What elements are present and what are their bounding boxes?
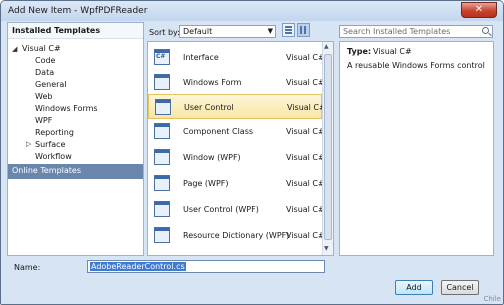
window-title: Add New Item - WpfPDFReader [8, 6, 148, 16]
windows-form-icon [154, 74, 170, 90]
name-label: Name: [14, 263, 41, 272]
type-label: Type: [347, 47, 372, 56]
template-description: A reusable Windows Forms control [347, 61, 485, 70]
user-control-icon [155, 99, 171, 115]
template-name: Page (WPF) [183, 179, 229, 188]
template-language: Visual C# [286, 127, 325, 136]
template-row-user-control[interactable]: User Control Visual C# [148, 94, 326, 119]
search-icon[interactable] [482, 27, 489, 34]
search-placeholder: Search Installed Templates [343, 27, 451, 36]
template-name: Interface [183, 53, 219, 62]
resource-dictionary-icon [154, 227, 170, 243]
tree-item-code[interactable]: Code [35, 56, 55, 65]
template-name: Resource Dictionary (WPF) [183, 231, 290, 240]
sort-by-value: Default [183, 27, 213, 36]
expand-arrow-icon[interactable]: ◢ [12, 45, 17, 53]
template-name: Component Class [183, 127, 254, 136]
wpf-user-control-icon [154, 201, 170, 217]
scroll-up-icon[interactable]: ▲ [324, 43, 329, 50]
tree-item-data[interactable]: Data [35, 68, 54, 77]
template-row-resource-dictionary-wpf[interactable]: Resource Dictionary (WPF) Visual C# [148, 223, 325, 248]
template-name: Window (WPF) [183, 153, 241, 162]
online-templates-item[interactable]: Online Templates [8, 164, 143, 179]
template-row-page-wpf[interactable]: Page (WPF) Visual C# [148, 171, 325, 196]
tree-item-visual-csharp[interactable]: Visual C# [22, 44, 61, 53]
component-class-icon [154, 123, 170, 139]
template-row-interface[interactable]: C# Interface Visual C# [148, 45, 325, 70]
wpf-window-icon [154, 149, 170, 165]
type-value: Visual C# [373, 47, 412, 56]
template-name: User Control [184, 103, 234, 112]
template-row-user-control-wpf[interactable]: User Control (WPF) Visual C# [148, 197, 325, 222]
close-button[interactable]: ✕ [461, 2, 497, 18]
collapse-arrow-icon[interactable]: ▷ [26, 140, 31, 148]
watermark-text: Chile [483, 295, 501, 303]
add-new-item-dialog: Add New Item - WpfPDFReader ✕ Installed … [0, 0, 504, 305]
template-language: Visual C# [286, 53, 325, 62]
list-view-button[interactable] [297, 23, 310, 37]
template-list-scrollbar[interactable]: ▲ ▼ [322, 42, 333, 255]
tree-item-workflow[interactable]: Workflow [35, 152, 72, 161]
template-language: Visual C# [287, 103, 326, 112]
add-button[interactable]: Add [395, 280, 433, 295]
tree-item-windows-forms[interactable]: Windows Forms [35, 104, 98, 113]
medium-icons-view-button[interactable] [282, 23, 295, 37]
template-name: User Control (WPF) [183, 205, 259, 214]
template-language: Visual C# [286, 78, 325, 87]
dropdown-arrow-icon: ▼ [267, 27, 273, 35]
scroll-down-icon[interactable]: ▼ [324, 245, 329, 252]
cancel-button[interactable]: Cancel [441, 280, 479, 295]
template-list: C# Interface Visual C# Windows Form Visu… [147, 41, 334, 256]
tree-item-web[interactable]: Web [35, 92, 52, 101]
template-row-window-wpf[interactable]: Window (WPF) Visual C# [148, 145, 325, 170]
template-language: Visual C# [286, 205, 325, 214]
template-language: Visual C# [286, 153, 325, 162]
template-categories-pane: Installed Templates ◢ Visual C# Code Dat… [7, 22, 144, 256]
template-name: Windows Form [183, 78, 242, 87]
title-bar: Add New Item - WpfPDFReader ✕ [1, 1, 503, 21]
tree-item-reporting[interactable]: Reporting [35, 128, 74, 137]
interface-icon: C# [154, 49, 170, 65]
template-row-component-class[interactable]: Component Class Visual C# [148, 119, 325, 144]
sort-by-select[interactable]: Default ▼ [179, 25, 276, 38]
wpf-page-icon [154, 175, 170, 191]
sort-by-label: Sort by: [149, 28, 180, 37]
name-input-value: AdobeReaderControl.cs [90, 262, 186, 271]
template-details-pane: Type: Visual C# A reusable Windows Forms… [339, 41, 494, 256]
tree-item-wpf[interactable]: WPF [35, 116, 52, 125]
tree-item-surface[interactable]: Surface [35, 140, 65, 149]
search-installed-templates-input[interactable]: Search Installed Templates [339, 25, 493, 38]
name-input[interactable]: AdobeReaderControl.cs [87, 260, 325, 273]
tree-item-general[interactable]: General [35, 80, 67, 89]
template-language: Visual C# [286, 179, 325, 188]
scrollbar-thumb[interactable] [324, 54, 332, 240]
installed-templates-header[interactable]: Installed Templates [8, 23, 143, 39]
template-language: Visual C# [286, 231, 325, 240]
template-row-windows-form[interactable]: Windows Form Visual C# [148, 70, 325, 95]
